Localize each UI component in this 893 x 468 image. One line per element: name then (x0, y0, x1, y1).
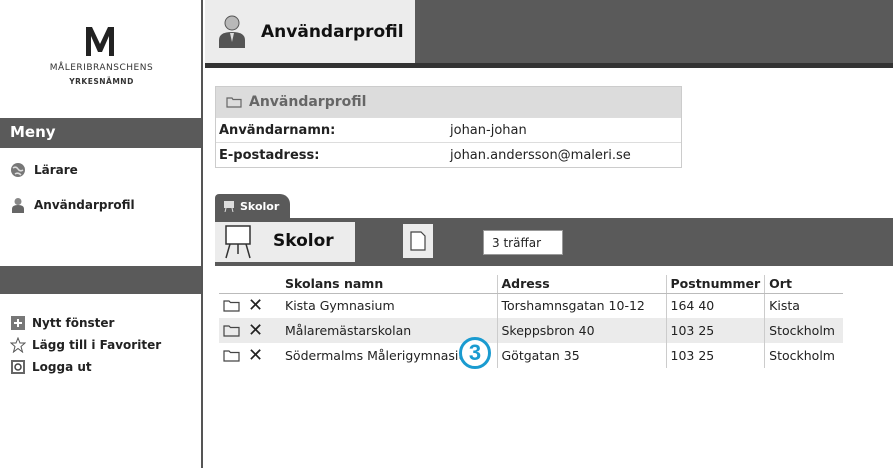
top-bar-divider (205, 63, 893, 68)
cell-address: Torshamnsgatan 10-12 (496, 293, 666, 318)
column-header[interactable]: Postnummer (665, 275, 765, 294)
logo-mark-icon (86, 27, 114, 56)
delete-icon[interactable]: ✕ (248, 321, 263, 340)
logo[interactable]: MÅLERIBRANSCHENS YRKESNÄMND (0, 0, 203, 110)
document-icon (410, 231, 426, 251)
new-window-link[interactable]: Nytt fönster (10, 315, 114, 331)
new-window-icon (11, 316, 25, 330)
tool-item-label: Lägg till i Favoriter (32, 338, 162, 352)
profile-row-username: Användarnamn: johan-johan (216, 117, 681, 142)
column-header[interactable]: Skolans namn (281, 275, 497, 294)
tool-item-label: Logga ut (32, 360, 92, 374)
profile-label: E-postadress: (219, 147, 320, 163)
open-folder-icon[interactable] (223, 349, 240, 362)
cell-zip: 103 25 (665, 343, 765, 368)
cell-address: Skeppsbron 40 (496, 318, 666, 343)
schools-toolbar: Skolor 3 träffar (215, 218, 893, 266)
profile-value: johan.andersson@maleri.se (450, 147, 631, 163)
schools-table: Skolans namn Adress Postnummer Ort ✕ Kis… (219, 275, 843, 368)
column-header[interactable]: Adress (496, 275, 666, 294)
open-folder-icon[interactable] (223, 324, 240, 337)
sidebar-item-larare[interactable]: Lärare (10, 162, 78, 178)
table-row[interactable]: ✕ Kista Gymnasium Torshamnsgatan 10-12 1… (219, 293, 843, 318)
cell-zip: 164 40 (665, 293, 765, 318)
globe-icon (11, 163, 25, 177)
add-favorite-link[interactable]: Lägg till i Favoriter (10, 337, 161, 353)
tab-skolor[interactable]: Skolor (215, 194, 290, 218)
main-content: Användarprofil Användarprofil Användarna… (205, 0, 893, 468)
sidebar-item-label: Lärare (34, 163, 78, 177)
sidebar-separator-bar (0, 266, 201, 294)
folder-icon (226, 97, 242, 108)
profile-value: johan-johan (450, 122, 527, 138)
new-document-button[interactable] (403, 224, 433, 258)
easel-icon (224, 201, 234, 212)
profile-label: Användarnamn: (219, 122, 336, 138)
profile-panel-title: Användarprofil (249, 94, 367, 110)
sidebar-item-anvandarprofil[interactable]: Användarprofil (10, 197, 135, 213)
table-row[interactable]: ✕ Målaremästarskolan Skeppsbron 40 103 2… (219, 318, 843, 343)
logo-text-line2: YRKESNÄMND (69, 77, 134, 86)
cell-name: Kista Gymnasium (285, 298, 395, 314)
open-folder-icon[interactable] (223, 299, 240, 312)
menu-header: Meny (0, 118, 201, 148)
sidebar-item-label: Användarprofil (34, 198, 135, 212)
cell-address: Götgatan 35 (496, 343, 666, 368)
schools-title: Skolor (273, 231, 334, 251)
profile-panel: Användarprofil Användarnamn: johan-johan… (215, 86, 682, 168)
cell-city: Stockholm (764, 343, 843, 368)
hits-count: 3 träffar (483, 230, 563, 255)
cell-zip: 103 25 (665, 318, 765, 343)
easel-board-icon (225, 225, 251, 259)
profile-panel-header: Användarprofil (216, 87, 681, 117)
page-title: Användarprofil (261, 22, 404, 42)
table-header-row: Skolans namn Adress Postnummer Ort (219, 275, 843, 294)
schools-title-box: Skolor (215, 222, 355, 262)
delete-icon[interactable]: ✕ (248, 346, 263, 365)
sidebar: MÅLERIBRANSCHENS YRKESNÄMND Meny Lärare … (0, 0, 203, 468)
top-bar: Användarprofil (205, 0, 893, 63)
tool-item-label: Nytt fönster (32, 316, 115, 330)
tab-label: Skolor (240, 199, 280, 213)
user-avatar-icon (219, 15, 245, 48)
user-icon (12, 198, 24, 213)
logout-link[interactable]: Logga ut (10, 359, 92, 375)
logout-icon (11, 360, 25, 374)
cell-city: Stockholm (764, 318, 843, 343)
cell-city: Kista (764, 293, 843, 318)
logo-text-line1: MÅLERIBRANSCHENS (49, 63, 154, 73)
column-header[interactable]: Ort (764, 275, 843, 294)
delete-icon[interactable]: ✕ (248, 296, 263, 315)
profile-row-email: E-postadress: johan.andersson@maleri.se (216, 142, 681, 167)
star-icon (10, 337, 26, 353)
table-row[interactable]: ✕ Södermalms Målerigymnasium Götgatan 35… (219, 343, 843, 368)
actions-header (219, 275, 281, 294)
page-title-tab: Användarprofil (205, 0, 415, 63)
step-number-badge: 3 (459, 337, 491, 369)
